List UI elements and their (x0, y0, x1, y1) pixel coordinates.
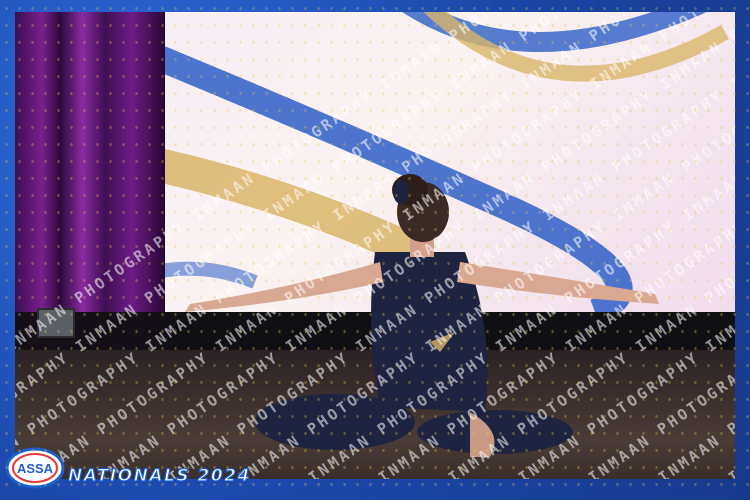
svg-text:ASSA: ASSA (17, 461, 54, 476)
stage-photo: INMAAN PHOTOGRAPHY INMAAN PHOTOGRAPHY IN… (15, 12, 735, 479)
dancer-figure (185, 174, 659, 457)
event-title: NATIONALS 2024 (67, 465, 251, 486)
assa-logo: ASSA (4, 446, 66, 490)
photo-frame: INMAAN PHOTOGRAPHY INMAAN PHOTOGRAPHY IN… (0, 0, 750, 500)
